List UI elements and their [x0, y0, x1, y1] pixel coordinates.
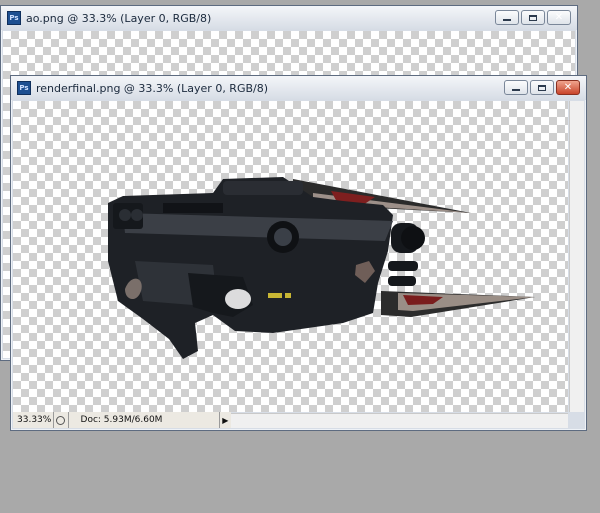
rendered-weapon-image: [108, 177, 535, 359]
doc-size-info: Doc: 5.93M/6.60M: [69, 412, 220, 428]
window-title-ao: ao.png @ 33.3% (Layer 0, RGB/8): [26, 11, 212, 25]
status-bar: 33.33% Doc: 5.93M/6.60M ▶: [13, 412, 231, 428]
minimize-icon: [512, 89, 520, 91]
canvas-renderfinal[interactable]: [13, 101, 568, 412]
titlebar-renderfinal[interactable]: Ps renderfinal.png @ 33.3% (Layer 0, RGB…: [11, 76, 586, 100]
window-title-renderfinal: renderfinal.png @ 33.3% (Layer 0, RGB/8): [36, 81, 269, 95]
close-button[interactable]: ✕: [556, 80, 580, 95]
horizontal-scrollbar[interactable]: [231, 413, 568, 428]
vertical-scrollbar[interactable]: [569, 101, 584, 412]
close-button-ao[interactable]: ✕: [547, 10, 571, 25]
maximize-icon: [529, 14, 537, 21]
status-icon[interactable]: [54, 412, 69, 428]
window-renderfinal[interactable]: Ps renderfinal.png @ 33.3% (Layer 0, RGB…: [10, 75, 587, 431]
maximize-button[interactable]: [530, 80, 554, 95]
minimize-button-ao[interactable]: [495, 10, 519, 25]
ps-icon: Ps: [17, 81, 31, 95]
maximize-button-ao[interactable]: [521, 10, 545, 25]
ps-icon: Ps: [7, 11, 21, 25]
close-icon: ✕: [563, 81, 573, 93]
zoom-field[interactable]: 33.33%: [13, 412, 55, 428]
menu-arrow-icon[interactable]: ▶: [220, 412, 231, 428]
titlebar-ao[interactable]: Ps ao.png @ 33.3% (Layer 0, RGB/8) ✕: [1, 6, 577, 30]
minimize-button[interactable]: [504, 80, 528, 95]
minimize-icon: [503, 19, 511, 21]
close-icon: ✕: [554, 11, 564, 23]
maximize-icon: [538, 84, 546, 91]
